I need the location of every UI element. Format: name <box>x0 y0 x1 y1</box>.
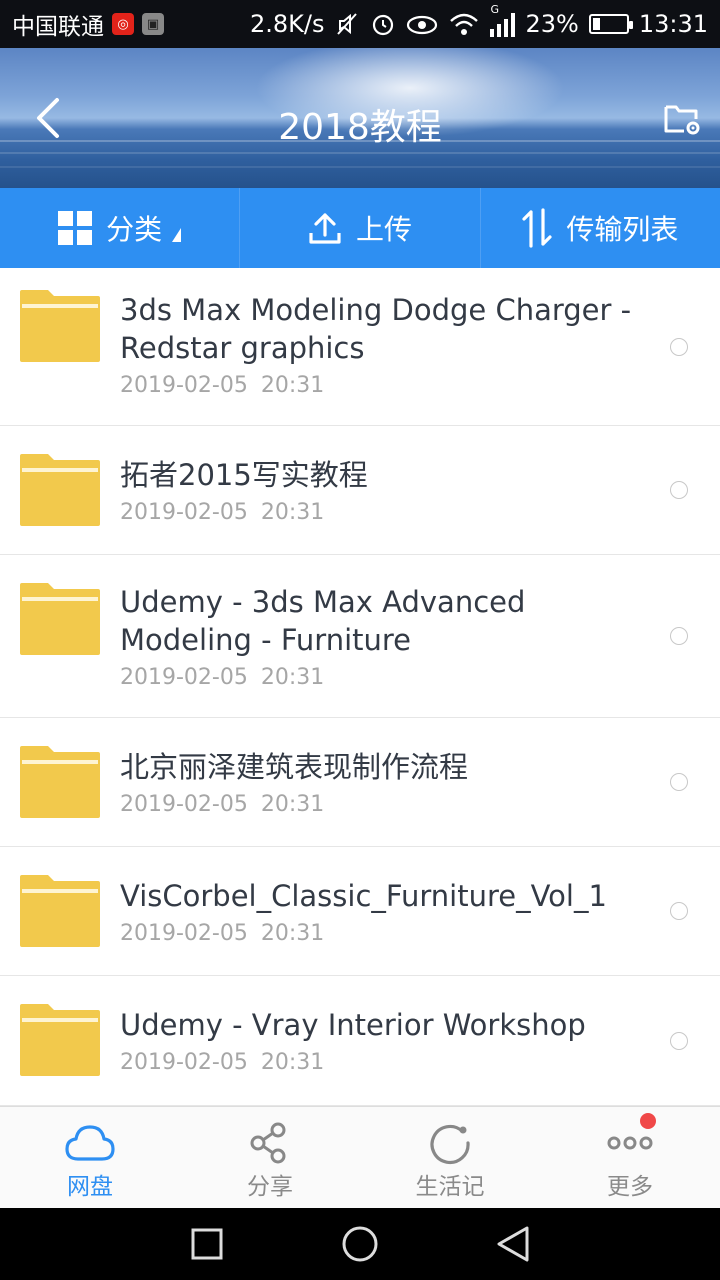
folder-icon <box>20 1004 100 1076</box>
action-toolbar: 分类 上传 传输列表 <box>0 188 720 268</box>
file-row[interactable]: 3ds Max Modeling Dodge Charger - Redstar… <box>0 268 720 426</box>
home-button[interactable] <box>338 1222 382 1266</box>
file-row[interactable]: 北京丽泽建筑表现制作流程 2019-02-05 20:31 <box>0 718 720 847</box>
folder-icon <box>20 583 100 655</box>
select-radio[interactable] <box>670 627 688 645</box>
file-date: 2019-02-05 20:31 <box>120 373 325 398</box>
select-radio[interactable] <box>670 481 688 499</box>
select-radio[interactable] <box>670 773 688 791</box>
file-name: 拓者2015写实教程 <box>120 457 368 492</box>
refresh-circle-icon <box>430 1124 470 1165</box>
file-row[interactable]: Udemy - 3ds Max Advanced Modeling - Furn… <box>0 555 720 718</box>
folder-icon <box>20 746 100 818</box>
nav-more-label: 更多 <box>607 1174 653 1200</box>
mute-icon <box>337 13 358 35</box>
transfer-list-label: 传输列表 <box>566 213 679 246</box>
folder-icon <box>20 875 100 947</box>
file-row[interactable]: VisCorbel_Classic_Furniture_Vol_1 2019-0… <box>0 847 720 976</box>
file-date: 2019-02-05 20:31 <box>120 499 325 525</box>
folder-settings-icon <box>664 105 700 135</box>
folder-icon <box>20 454 100 526</box>
status-bar: 中国联通 ◎ ▣ 2.8K/s G 23% 13:31 <box>0 0 720 48</box>
battery-icon <box>588 14 633 34</box>
alarm-icon <box>373 14 394 36</box>
wifi-icon <box>450 13 479 35</box>
nav-life[interactable]: 生活记 <box>360 1107 540 1208</box>
grid-icon <box>58 211 93 245</box>
nav-share-label: 分享 <box>247 1174 293 1200</box>
file-row[interactable]: Udemy - Vray Interior Workshop 2019-02-0… <box>0 976 720 1106</box>
notification-dot <box>640 1113 656 1129</box>
bottom-nav: 网盘 分享 生活记 更多 <box>0 1106 720 1208</box>
nav-more[interactable]: 更多 <box>540 1107 720 1208</box>
select-radio[interactable] <box>670 902 688 920</box>
battery-percent: 23% <box>525 10 579 38</box>
file-list: 3ds Max Modeling Dodge Charger - Redstar… <box>0 268 720 1106</box>
clock: 13:31 <box>638 10 708 38</box>
nav-disk[interactable]: 网盘 <box>0 1107 180 1208</box>
triangle-back-icon <box>497 1226 529 1262</box>
file-name: Udemy - Vray Interior Workshop <box>120 1008 586 1042</box>
upload-icon <box>309 213 341 244</box>
file-date: 2019-02-05 20:31 <box>120 664 325 690</box>
header: 2018教程 <box>0 48 720 188</box>
share-icon <box>250 1122 286 1164</box>
carrier-name: 中国联通 <box>12 14 104 40</box>
select-radio[interactable] <box>670 1031 688 1050</box>
transfer-arrows-icon <box>522 208 552 248</box>
recent-apps-button[interactable] <box>185 1222 229 1266</box>
page-title: 2018教程 <box>278 107 442 148</box>
caret-down-icon <box>172 228 182 242</box>
file-name: Udemy - 3ds Max Advanced Modeling - Furn… <box>120 584 526 657</box>
back-nav-button[interactable] <box>491 1222 535 1266</box>
netease-music-icon: ◎ <box>112 13 134 35</box>
signal-icon: G <box>490 3 516 37</box>
nav-share[interactable]: 分享 <box>180 1107 360 1208</box>
upload-label: 上传 <box>355 213 412 246</box>
select-radio[interactable] <box>670 337 688 356</box>
file-row[interactable]: 拓者2015写实教程 2019-02-05 20:31 <box>0 426 720 555</box>
file-date: 2019-02-05 20:31 <box>120 1050 325 1075</box>
image-notification-icon: ▣ <box>142 13 164 35</box>
file-name: 3ds Max Modeling Dodge Charger - Redstar… <box>120 293 632 365</box>
nav-life-label: 生活记 <box>415 1174 485 1200</box>
file-name: VisCorbel_Classic_Furniture_Vol_1 <box>120 878 607 913</box>
file-name: 北京丽泽建筑表现制作流程 <box>120 749 469 784</box>
circle-icon <box>342 1226 378 1262</box>
file-date: 2019-02-05 20:31 <box>120 791 325 817</box>
category-button[interactable]: 分类 <box>0 188 241 268</box>
folder-settings-button[interactable] <box>660 96 704 140</box>
system-nav-bar <box>0 1208 720 1280</box>
category-label: 分类 <box>106 213 163 246</box>
transfer-list-button[interactable]: 传输列表 <box>481 188 720 268</box>
upload-button[interactable]: 上传 <box>240 188 481 268</box>
square-icon <box>191 1228 223 1260</box>
net-speed: 2.8K/s <box>249 10 325 38</box>
folder-icon <box>20 290 100 362</box>
eye-icon <box>407 15 438 35</box>
nav-disk-label: 网盘 <box>67 1174 113 1200</box>
cloud-icon <box>65 1125 115 1161</box>
file-date: 2019-02-05 20:31 <box>120 920 325 946</box>
